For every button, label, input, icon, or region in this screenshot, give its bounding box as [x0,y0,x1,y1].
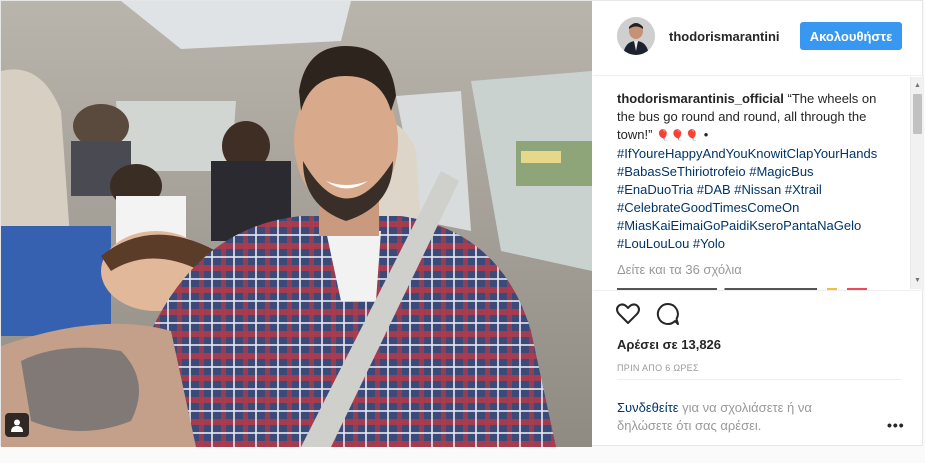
caption: thodorismarantinis_official “The wheels … [617,90,889,253]
comments-scrollbar[interactable]: ▲ ▼ [910,77,924,289]
post-card: thodorismarantini Ακολουθήστε thodorisma… [0,0,924,447]
login-link[interactable]: Συνδεθείτε [617,400,679,415]
caption-bullet: • [700,127,709,142]
login-prompt: Συνδεθείτε για να σχολιάσετε ή να δηλώσε… [617,399,867,435]
username[interactable]: thodorismarantini [669,29,780,44]
post-sidebar: thodorismarantini Ακολουθήστε thodorisma… [593,1,924,447]
post-photo[interactable] [1,1,592,447]
scroll-down-icon[interactable]: ▼ [911,274,924,287]
likes-count[interactable]: Αρέσει σε 13,826 [617,337,721,352]
comment-icon[interactable] [655,301,681,327]
post-header: thodorismarantini Ακολουθήστε [593,1,924,76]
divider [617,379,902,380]
avatar[interactable] [617,17,655,55]
scroll-up-icon[interactable]: ▲ [911,79,924,92]
load-more-comments[interactable]: Δείτε και τα 36 σχόλια [617,262,742,277]
caption-author[interactable]: thodorismarantinis_official [617,91,784,106]
follow-button[interactable]: Ακολουθήστε [800,22,902,50]
balloon-emoji: 🎈🎈🎈 [656,130,701,142]
caption-hashtags[interactable]: #IfYoureHappyAndYouKnowitClapYourHands #… [617,146,877,251]
post-actions: Αρέσει σε 13,826 ΠΡΙΝ ΑΠΟ 6 ΩΡΕΣ Συνδεθε… [593,290,924,449]
comments-section: thodorismarantinis_official “The wheels … [593,76,924,290]
scrollbar-thumb[interactable] [913,94,922,134]
more-options-button[interactable]: ••• [887,417,905,433]
post-time: ΠΡΙΝ ΑΠΟ 6 ΩΡΕΣ [617,363,699,373]
tagged-users-icon[interactable] [5,413,29,437]
heart-icon[interactable] [615,301,641,327]
